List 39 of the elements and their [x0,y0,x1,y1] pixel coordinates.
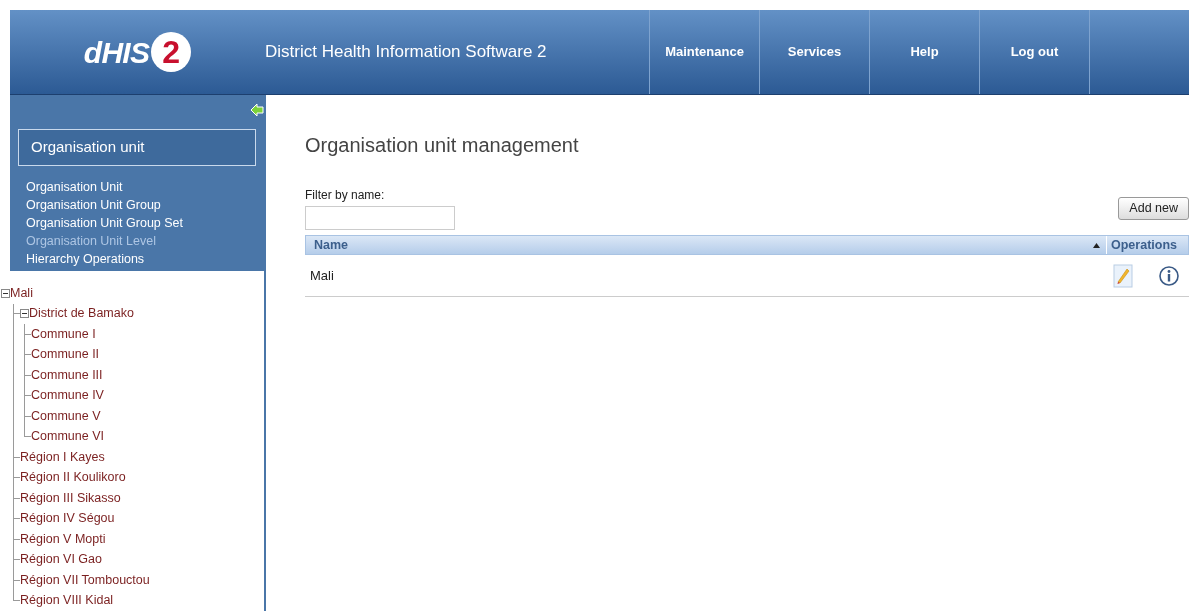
logo: dHIS 2 [83,29,192,75]
tree-item[interactable]: Région VII Tombouctou [20,570,150,590]
nav-link[interactable]: Services [760,10,870,94]
filter-field[interactable] [305,206,455,230]
tree-item[interactable]: Commune VI [31,427,104,447]
menu-link[interactable]: Organisation Unit [26,178,256,196]
tree-item[interactable]: Commune V [31,406,101,426]
sort-ascending-icon[interactable] [1093,242,1100,248]
column-header[interactable]: Name [306,236,1093,254]
nav-link[interactable]: Log out [980,10,1090,94]
expander-icon[interactable] [1,288,10,298]
nav-link[interactable]: Maintenance [650,10,760,94]
tree-item[interactable]: Commune IV [31,386,104,406]
app-title: District Health Information Software 2 [265,41,548,64]
tree-item[interactable]: Région VI Gao [20,550,102,570]
expander-icon[interactable] [20,309,29,319]
menu-link[interactable]: Hierarchy Operations [26,250,256,268]
tree-item[interactable]: Commune II [31,345,100,365]
tree-item[interactable]: District de Bamako [29,304,134,324]
tree-item[interactable]: Mali [10,283,33,303]
section-title: Organisation unit [18,129,256,166]
tree-item[interactable]: Commune I [31,324,96,344]
tree-item[interactable]: Région II Koulikoro [20,468,126,488]
tree-item[interactable]: Région III Sikasso [20,488,121,508]
tree-item[interactable]: Région VIII Kidal [20,591,114,611]
menu-link[interactable]: Organisation Unit Group [26,196,256,214]
tree-item[interactable]: Région I Kayes [20,447,105,467]
column-header[interactable]: Operations [1106,236,1188,254]
tree-item[interactable]: Région IV Ségou [20,509,115,529]
nav-link[interactable]: Help [870,10,980,94]
collapse-arrow-icon[interactable] [250,103,264,117]
menu-link[interactable]: Organisation Unit Group Set [26,214,256,232]
tree-item[interactable]: Région V Mopti [20,529,106,549]
add-new-button[interactable]: Add new [1118,197,1189,220]
info-icon[interactable] [1159,265,1179,286]
table-cell-text: Mali [309,266,335,285]
page-title: Organisation unit management [305,133,580,158]
filter-label: Filter by name: [305,187,386,204]
tree-item[interactable]: Commune III [31,365,103,385]
